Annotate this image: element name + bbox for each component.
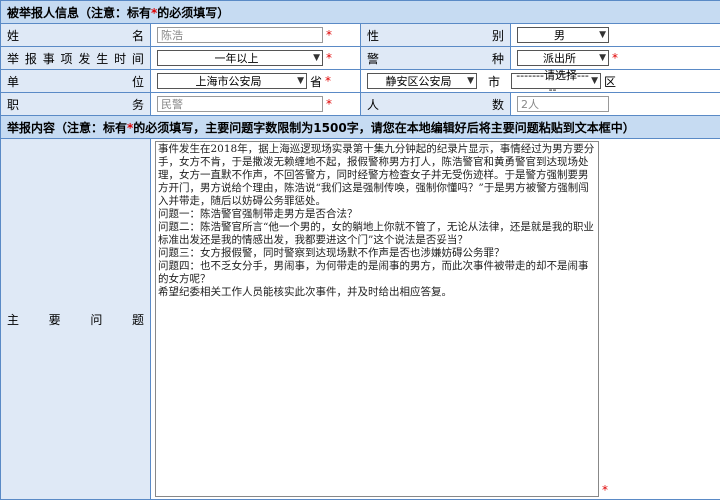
name-label: 姓名 <box>0 23 151 47</box>
job-label: 职务 <box>0 92 151 116</box>
main-issue-label: 主要问题 <box>0 138 151 500</box>
required-star-icon: * <box>325 74 332 88</box>
chevron-down-icon: ▼ <box>313 53 320 63</box>
city-suffix: 市 <box>488 74 501 89</box>
required-star-icon: * <box>612 51 618 65</box>
incident-time-select[interactable]: 一年以上 ▼ <box>157 50 323 66</box>
section-header-report-content: 举报内容（注意：标有*的必须填写，主要问题字数限制为1500字，请您在本地编辑好… <box>0 115 720 139</box>
chevron-down-icon: ▼ <box>599 53 606 63</box>
chevron-down-icon: ▼ <box>297 76 304 86</box>
chevron-down-icon: ▼ <box>467 76 474 86</box>
required-star-icon: * <box>326 28 332 42</box>
count-label: 人数 <box>360 92 511 116</box>
main-issue-textarea[interactable]: 事件发生在2018年，据上海巡逻现场实录第十集九分钟起的纪录片显示，事情经过为男… <box>155 141 599 497</box>
required-star-icon: * <box>326 97 332 111</box>
section-title-post: 的必须填写） <box>157 5 230 20</box>
police-type-label: 警种 <box>360 46 511 70</box>
gender-label: 性别 <box>360 23 511 47</box>
required-star-icon: * <box>326 51 332 65</box>
report-form: 被举报人信息（注意：标有*的必须填写） 姓名 * 性别 男▼ 举报事项发生时间 <box>0 0 720 500</box>
area-suffix: 区 <box>604 74 617 89</box>
unit-area-select[interactable]: -------请选择----- ▼ <box>511 69 602 96</box>
unit-district-select[interactable]: 静安区公安局 ▼ <box>367 73 477 89</box>
chevron-down-icon: ▼ <box>591 76 599 86</box>
gender-select[interactable]: 男 ▼ <box>517 27 609 43</box>
chevron-down-icon: ▼ <box>599 30 606 40</box>
required-star-icon: * <box>602 483 608 497</box>
job-input[interactable] <box>157 96 323 112</box>
section-title-pre: 被举报人信息（注意：标有 <box>7 5 152 20</box>
province-suffix: 省 <box>310 74 323 89</box>
police-type-select[interactable]: 派出所 ▼ <box>517 50 609 66</box>
count-input[interactable] <box>517 96 609 112</box>
name-input[interactable] <box>157 27 323 43</box>
unit-city-select[interactable]: 上海市公安局 ▼ <box>157 73 307 89</box>
section-header-reported-person: 被举报人信息（注意：标有*的必须填写） <box>0 0 720 24</box>
unit-label: 单位 <box>0 69 151 93</box>
incident-time-label: 举报事项发生时间 <box>0 46 151 70</box>
